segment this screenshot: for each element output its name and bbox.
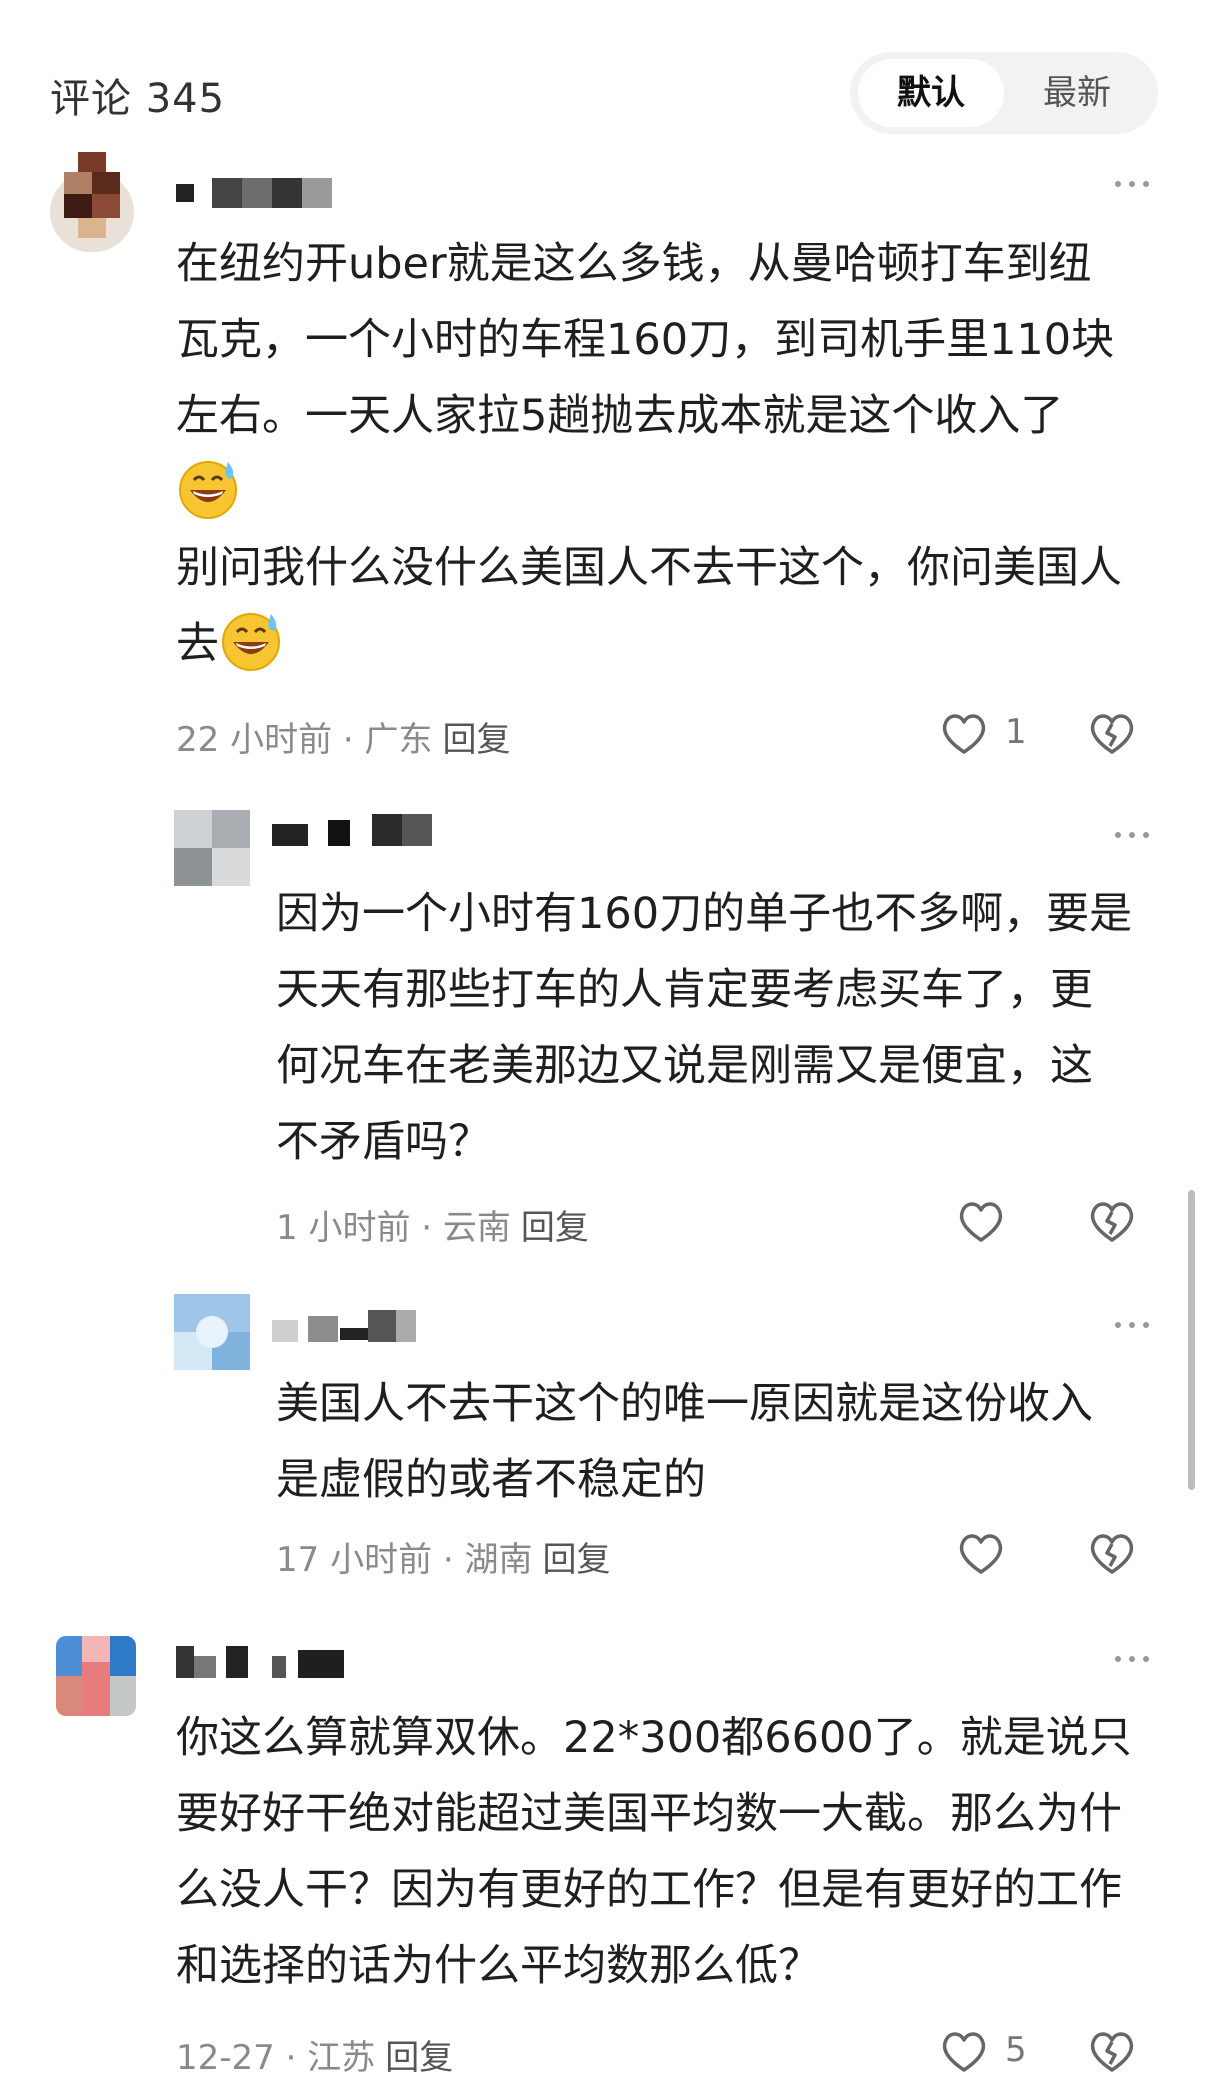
comment-text: 因为一个小时有160刀的单子也不多啊，要是 天天有那些打车的人肯定要考虑买车了，… — [276, 876, 1176, 1180]
comment-line: 么没人干？因为有更好的工作？但是有更好的工作 — [176, 1865, 1122, 1915]
separator: · — [332, 720, 365, 760]
avatar[interactable] — [174, 810, 250, 886]
reply-button[interactable]: 回复 — [543, 1540, 611, 1580]
sort-default-tab[interactable]: 默认 — [858, 59, 1004, 127]
separator: · — [410, 1208, 443, 1248]
comment-line-text: 去 — [176, 619, 219, 669]
comment-text: 你这么算就算双休。22*300都6600了。就是说只 要好好干绝对能超过美国平均… — [176, 1700, 1176, 2004]
comments-title: 评论 345 — [50, 76, 226, 122]
emoji-line — [176, 454, 1176, 530]
comment-line: 是虚假的或者不稳定的 — [276, 1455, 706, 1505]
location: 江苏 — [307, 2038, 376, 2078]
dislike-heart-icon[interactable] — [1086, 1196, 1138, 1248]
more-icon[interactable] — [1115, 175, 1155, 191]
comment-line: 和选择的话为什么平均数那么低？ — [176, 1941, 821, 1991]
heart-icon[interactable] — [938, 2026, 990, 2078]
comment-meta: 17 小时前 · 湖南 回复 — [276, 1532, 611, 1581]
dislike-heart-icon[interactable] — [1086, 1528, 1138, 1580]
more-icon[interactable] — [1115, 1316, 1155, 1332]
timestamp: 12-27 — [176, 2038, 275, 2078]
avatar[interactable] — [50, 152, 134, 252]
timestamp: 22 小时前 — [176, 720, 333, 760]
avatar[interactable] — [56, 1636, 136, 1716]
comment-line: 左右。一天人家拉5趟抛去成本就是这个收入了 — [176, 391, 1064, 441]
separator: · — [274, 2038, 308, 2078]
comment-text: 在纽约开uber就是这么多钱，从曼哈顿打车到纽 瓦克，一个小时的车程160刀，到… — [176, 226, 1176, 682]
username[interactable] — [272, 1306, 432, 1346]
comment-meta: 1 小时前 · 云南 回复 — [276, 1200, 589, 1249]
comment-text: 美国人不去干这个的唯一原因就是这份收入 是虚假的或者不稳定的 — [276, 1366, 1176, 1518]
comment-line: 何况车在老美那边又说是刚需又是便宜，这 — [276, 1041, 1093, 1091]
comment-line: 美国人不去干这个的唯一原因就是这份收入 — [276, 1379, 1093, 1429]
reply-button[interactable]: 回复 — [521, 1208, 589, 1248]
comment-line: 你这么算就算双休。22*300都6600了。就是说只 — [176, 1713, 1132, 1763]
comment-line: 在纽约开uber就是这么多钱，从曼哈顿打车到纽 — [176, 239, 1092, 289]
more-icon[interactable] — [1115, 1650, 1155, 1666]
reply-button[interactable]: 回复 — [385, 2038, 453, 2078]
scrollbar[interactable] — [1188, 1190, 1195, 1490]
separator: · — [432, 1540, 465, 1580]
avatar[interactable] — [174, 1294, 250, 1370]
heart-icon[interactable] — [955, 1196, 1007, 1248]
grinning-sweat-emoji — [179, 461, 237, 519]
comment-meta: 22 小时前 · 广东 回复 — [176, 712, 511, 761]
location: 广东 — [364, 720, 433, 760]
dislike-heart-icon[interactable] — [1086, 708, 1138, 760]
comment-line: 因为一个小时有160刀的单子也不多啊，要是 — [276, 889, 1133, 939]
comment-line: 天天有那些打车的人肯定要考虑买车了，更 — [276, 965, 1093, 1015]
username[interactable] — [176, 1642, 366, 1682]
comment-line: 别问我什么没什么美国人不去干这个，你问美国人 — [176, 543, 1122, 593]
sort-toggle: 默认 最新 — [850, 52, 1158, 134]
heart-icon[interactable] — [955, 1528, 1007, 1580]
timestamp: 1 小时前 — [276, 1208, 411, 1248]
location: 云南 — [442, 1208, 511, 1248]
comment-line: 瓦克，一个小时的车程160刀，到司机手里110块 — [176, 315, 1115, 365]
more-icon[interactable] — [1115, 826, 1155, 842]
grinning-sweat-emoji — [222, 613, 280, 671]
comment-line: 去 — [176, 606, 1176, 682]
sort-latest-tab[interactable]: 最新 — [1004, 59, 1150, 127]
comment-line: 不矛盾吗？ — [276, 1117, 491, 1167]
like-count: 1 — [1005, 712, 1027, 752]
dislike-heart-icon[interactable] — [1086, 2026, 1138, 2078]
timestamp: 17 小时前 — [276, 1540, 433, 1580]
comment-line: 要好好干绝对能超过美国平均数一大截。那么为什 — [176, 1789, 1122, 1839]
username[interactable] — [272, 810, 452, 850]
username[interactable] — [176, 172, 336, 212]
location: 湖南 — [464, 1540, 533, 1580]
comment-meta: 12-27 · 江苏 回复 — [176, 2030, 453, 2079]
reply-button[interactable]: 回复 — [443, 720, 511, 760]
heart-icon[interactable] — [938, 708, 990, 760]
like-count: 5 — [1005, 2030, 1027, 2070]
